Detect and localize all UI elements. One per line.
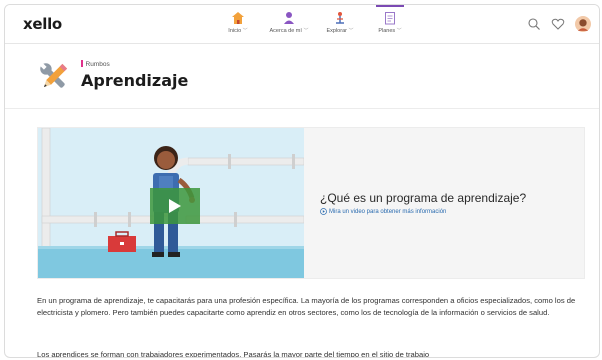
watch-video-link[interactable]: Mira un video para obtener más informaci…: [320, 208, 446, 215]
chevron-down-icon: ﹀: [396, 28, 402, 34]
breadcrumb[interactable]: Rumbos: [81, 60, 110, 68]
breadcrumb-label: Rumbos: [85, 61, 110, 68]
app-window: xello Inicio ﹀ Acerca de mí ﹀ Explorar ﹀…: [4, 4, 600, 358]
compass-icon: [336, 12, 344, 24]
clipboard-icon: [385, 12, 395, 25]
second-paragraph: Los aprendices se forman con trabajadore…: [37, 350, 430, 358]
tools-icon: [39, 62, 68, 88]
avatar[interactable]: [575, 16, 591, 32]
xello-logo[interactable]: xello: [23, 15, 62, 33]
page-title: Aprendizaje: [81, 71, 189, 90]
card-title: ¿Qué es un programa de aprendizaje?: [320, 191, 527, 205]
nav-item-label: Acerca de mí: [269, 28, 302, 34]
nav-item-explorar[interactable]: Explorar ﹀: [312, 11, 368, 34]
play-icon: [169, 199, 181, 213]
top-navigation: xello Inicio ﹀ Acerca de mí ﹀ Explorar ﹀…: [5, 5, 599, 44]
search-icon[interactable]: [527, 17, 541, 31]
nav-item-label: Inicio: [228, 28, 242, 34]
chevron-down-icon: ﹀: [348, 28, 354, 34]
nav-item-planes[interactable]: Planes ﹀: [362, 5, 418, 34]
play-circle-icon: [320, 208, 327, 215]
breadcrumb-marker: [81, 60, 83, 67]
house-icon: [232, 12, 244, 24]
heart-icon[interactable]: [551, 17, 565, 31]
watch-video-link-label: Mira un video para obtener más informaci…: [329, 208, 447, 215]
intro-paragraph: En un programa de aprendizaje, te capaci…: [37, 296, 576, 317]
nav-item-inicio[interactable]: Inicio ﹀: [210, 11, 266, 34]
chevron-down-icon: ﹀: [242, 28, 248, 34]
right-actions: [527, 16, 591, 32]
chevron-down-icon: ﹀: [303, 28, 309, 34]
page-header: Rumbos Aprendizaje: [5, 44, 599, 109]
person-icon: [284, 12, 294, 24]
nav-item-acerca-de-mi[interactable]: Acerca de mí ﹀: [261, 11, 317, 34]
video-card[interactable]: ¿Qué es un programa de aprendizaje? Mira…: [37, 127, 585, 279]
nav-item-label: Planes: [378, 28, 396, 34]
video-play-button[interactable]: [150, 188, 200, 224]
nav-item-label: Explorar: [326, 28, 347, 34]
